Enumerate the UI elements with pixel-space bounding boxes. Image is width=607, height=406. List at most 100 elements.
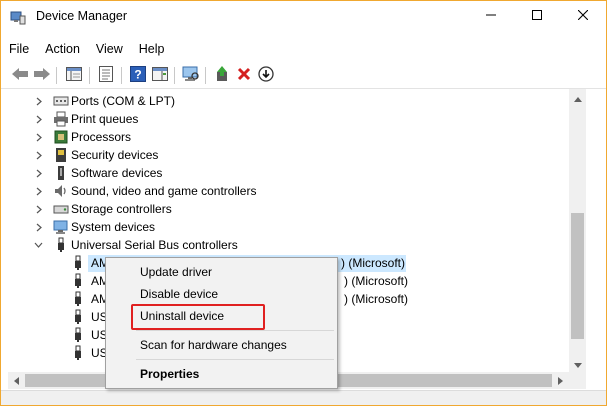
security-icon [53, 147, 69, 163]
properties-toolbar-button[interactable] [96, 65, 116, 85]
scroll-right-arrow-icon [558, 374, 563, 388]
chevron-down-icon[interactable] [33, 240, 43, 250]
close-button[interactable] [560, 1, 606, 31]
maximize-icon [532, 9, 542, 23]
usb-device-icon [70, 273, 86, 289]
tree-item-label: Universal Serial Bus controllers [71, 238, 238, 252]
printer-icon [53, 111, 69, 127]
console-tree-icon [66, 66, 82, 84]
disable-device-toolbar-button[interactable] [256, 65, 276, 85]
scroll-left-button[interactable] [8, 372, 25, 389]
maximize-button[interactable] [514, 1, 560, 31]
menu-bar: File Action View Help [1, 39, 173, 61]
chevron-right-icon[interactable] [34, 222, 44, 232]
chevron-right-icon[interactable] [34, 204, 44, 214]
context-scan-hardware-changes[interactable]: Scan for hardware changes [106, 334, 337, 356]
show-hide-console-tree-button[interactable] [64, 65, 84, 85]
usb-device-icon [70, 291, 86, 307]
usb-device-icon [70, 255, 86, 271]
title-bar: Device Manager [1, 1, 606, 31]
context-disable-device[interactable]: Disable device [106, 283, 337, 305]
tree-item-print-queues[interactable]: Print queues [8, 110, 569, 128]
toolbar-separator [205, 67, 206, 84]
update-driver-toolbar-button[interactable] [212, 65, 232, 85]
minimize-icon [486, 9, 496, 23]
tree-item-label: Processors [71, 130, 132, 144]
tree-item-usb-controllers[interactable]: Universal Serial Bus controllers [8, 236, 569, 254]
port-icon [53, 93, 69, 109]
tree-item-label: Sound, video and game controllers [71, 184, 257, 198]
toolbar-separator [121, 67, 122, 84]
tree-item-system-devices[interactable]: System devices [8, 218, 569, 236]
back-arrow-icon [11, 67, 29, 84]
update-driver-icon [214, 65, 230, 85]
menu-action[interactable]: Action [37, 39, 88, 61]
minimize-button[interactable] [468, 1, 514, 31]
window-title: Device Manager [36, 9, 128, 23]
tree-item-ports[interactable]: Ports (COM & LPT) [8, 92, 569, 110]
processor-icon [53, 129, 69, 145]
close-icon [577, 9, 589, 23]
usb-child-suffix: ) (Microsoft) [341, 255, 405, 270]
tree-item-software-devices[interactable]: Software devices [8, 164, 569, 182]
delete-x-icon [237, 67, 251, 84]
context-menu-separator [136, 330, 334, 331]
svg-text:?: ? [134, 67, 141, 81]
tree-item-storage-controllers[interactable]: Storage controllers [8, 200, 569, 218]
action-pane-icon [152, 66, 168, 84]
tree-item-label: Storage controllers [71, 202, 172, 216]
forward-button[interactable] [32, 65, 52, 85]
chevron-right-icon[interactable] [34, 168, 44, 178]
tree-item-security-devices[interactable]: Security devices [8, 146, 569, 164]
vertical-scrollbar[interactable] [569, 89, 586, 372]
menu-help[interactable]: Help [131, 39, 173, 61]
toolbar-separator [56, 67, 57, 84]
help-icon: ? [130, 65, 146, 85]
system-icon [53, 219, 69, 235]
properties-sheet-icon [99, 65, 113, 85]
context-update-driver[interactable]: Update driver [106, 261, 337, 283]
tree-item-label: Security devices [71, 148, 159, 162]
tree-item-sound-video-game[interactable]: Sound, video and game controllers [8, 182, 569, 200]
chevron-right-icon[interactable] [34, 132, 44, 142]
uninstall-highlight-annotation [131, 304, 265, 330]
usb-child-suffix: ) (Microsoft) [344, 274, 408, 288]
vertical-scroll-thumb[interactable] [571, 213, 584, 339]
scroll-right-button[interactable] [552, 372, 569, 389]
usb-device-icon [70, 345, 86, 361]
uninstall-toolbar-button[interactable] [234, 65, 254, 85]
scrollbar-corner [569, 372, 586, 389]
scan-hardware-button[interactable] [181, 65, 201, 85]
speaker-icon [53, 183, 69, 199]
status-bar [1, 390, 606, 405]
tree-item-label: Print queues [71, 112, 139, 126]
tree-item-label: System devices [71, 220, 156, 234]
chevron-right-icon[interactable] [34, 186, 44, 196]
scroll-down-arrow-icon [573, 357, 582, 371]
scroll-down-button[interactable] [569, 355, 586, 372]
chevron-right-icon[interactable] [34, 114, 44, 124]
device-manager-app-icon [10, 9, 26, 25]
chevron-right-icon[interactable] [34, 150, 44, 160]
action-pane-button[interactable] [150, 65, 170, 85]
back-button[interactable] [10, 65, 30, 85]
toolbar-separator [89, 67, 90, 84]
scroll-up-button[interactable] [569, 89, 586, 106]
usb-device-icon [70, 327, 86, 343]
tree-item-label: Software devices [71, 166, 163, 180]
monitor-scan-icon [182, 66, 200, 85]
context-properties[interactable]: Properties [106, 363, 337, 385]
menu-file[interactable]: File [1, 39, 37, 61]
software-icon [53, 165, 69, 181]
forward-arrow-icon [33, 67, 51, 84]
disable-down-arrow-icon [258, 65, 274, 85]
toolbar: ? [1, 62, 606, 88]
menu-view[interactable]: View [88, 39, 131, 61]
context-menu-separator [136, 359, 334, 360]
help-toolbar-button[interactable]: ? [128, 65, 148, 85]
usb-device-icon [70, 309, 86, 325]
usb-icon [53, 237, 69, 253]
chevron-right-icon[interactable] [34, 96, 44, 106]
toolbar-separator [174, 67, 175, 84]
tree-item-processors[interactable]: Processors [8, 128, 569, 146]
